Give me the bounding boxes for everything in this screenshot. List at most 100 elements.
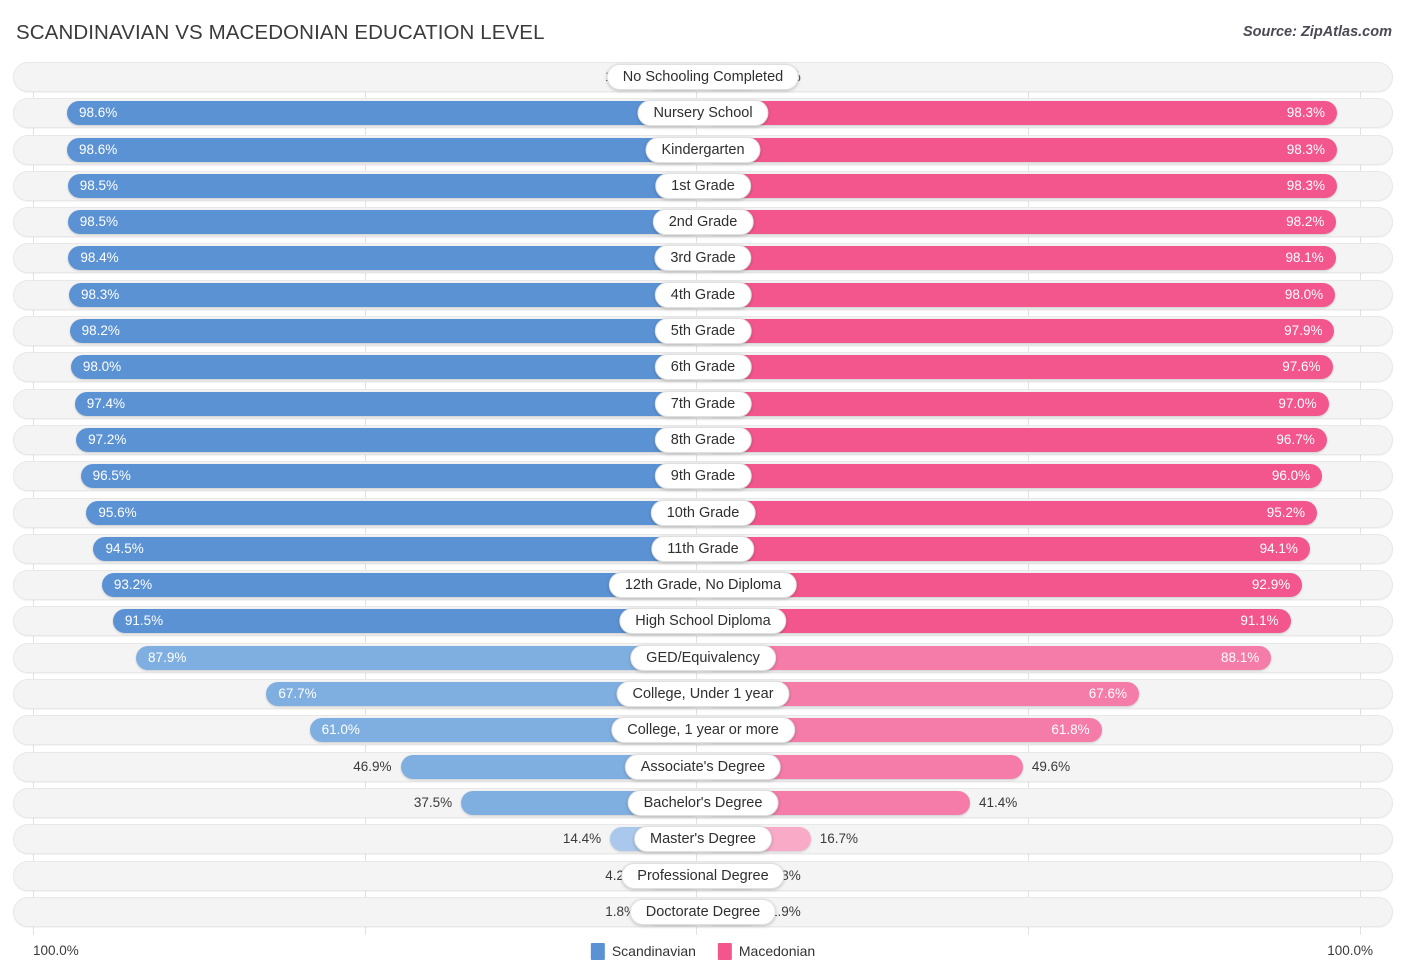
bar-value-macedonian: 96.0%: [1271, 468, 1311, 484]
bar-macedonian[interactable]: 98.3%: [703, 137, 1338, 162]
bar-row: 37.5% 41.4% Bachelor's Degree: [13, 787, 1393, 818]
bar-half-macedonian: 96.0%: [703, 464, 1393, 489]
bar-half-macedonian: 97.9%: [703, 319, 1393, 344]
bar-row: 98.3% 98.0% 4th Grade: [13, 279, 1393, 310]
bar-row: 61.0% 61.8% College, 1 year or more: [13, 715, 1393, 746]
bar-scandinavian[interactable]: 96.5%: [80, 464, 703, 489]
bar-value-scandinavian: 98.6%: [79, 141, 118, 157]
chart-footer: 100.0% Scandinavian Macedonian 100.0%: [13, 938, 1393, 964]
bar-half-scandinavian: 98.4%: [13, 246, 703, 271]
bar-macedonian[interactable]: 95.2%: [703, 500, 1318, 525]
bar-row: 98.5% 98.3% 1st Grade: [13, 170, 1393, 201]
bar-half-macedonian: 16.7%: [703, 827, 1393, 852]
category-label-pill: 8th Grade: [654, 426, 752, 453]
bar-value-scandinavian: 98.5%: [79, 214, 118, 230]
category-label-pill: 10th Grade: [650, 499, 756, 526]
bar-half-scandinavian: 93.2%: [13, 573, 703, 598]
bar-half-macedonian: 88.1%: [703, 645, 1393, 670]
bar-value-scandinavian: 95.6%: [98, 504, 137, 520]
bar-row: 67.7% 67.6% College, Under 1 year: [13, 679, 1393, 710]
bar-macedonian[interactable]: 94.1%: [703, 536, 1310, 561]
bar-half-macedonian: 96.7%: [703, 427, 1393, 452]
category-label-pill: College, 1 year or more: [611, 717, 795, 744]
bar-scandinavian[interactable]: 95.6%: [86, 500, 703, 525]
bar-row: 98.4% 98.1% 3rd Grade: [13, 243, 1393, 274]
bar-scandinavian[interactable]: 98.6%: [67, 137, 703, 162]
bar-value-macedonian: 98.2%: [1286, 214, 1325, 230]
bar-half-scandinavian: 98.2%: [13, 319, 703, 344]
category-label-pill: 9th Grade: [654, 463, 752, 490]
bar-scandinavian[interactable]: 98.6%: [67, 101, 703, 126]
bar-scandinavian[interactable]: 98.3%: [68, 282, 703, 307]
bar-half-scandinavian: 1.5%: [13, 65, 703, 89]
bar-half-macedonian: 98.3%: [703, 173, 1393, 198]
bar-value-macedonian: 67.6%: [1088, 686, 1128, 702]
bar-half-scandinavian: 4.2%: [13, 863, 703, 888]
bar-macedonian[interactable]: 91.1%: [703, 609, 1291, 634]
bar-scandinavian[interactable]: 98.4%: [68, 246, 703, 271]
bar-row: 95.6% 95.2% 10th Grade: [13, 497, 1393, 528]
bar-macedonian[interactable]: 98.3%: [703, 173, 1338, 198]
category-label-pill: College, Under 1 year: [616, 681, 790, 708]
bar-macedonian[interactable]: 97.9%: [703, 319, 1335, 344]
bar-value-macedonian: 91.1%: [1240, 613, 1279, 629]
bar-value-scandinavian: 98.4%: [80, 250, 119, 266]
bar-macedonian[interactable]: 98.1%: [703, 246, 1336, 271]
bar-macedonian[interactable]: 98.2%: [703, 210, 1337, 235]
bar-row: 1.8% 1.9% Doctorate Degree: [13, 896, 1393, 927]
bar-value-scandinavian: 96.5%: [92, 468, 131, 484]
bar-row: 97.2% 96.7% 8th Grade: [13, 424, 1393, 455]
bar-macedonian[interactable]: 98.3%: [703, 101, 1338, 126]
bar-value-scandinavian: 94.5%: [105, 540, 144, 556]
bar-scandinavian[interactable]: 91.5%: [112, 609, 703, 634]
bar-row: 87.9% 88.1% GED/Equivalency: [13, 642, 1393, 673]
legend-item-macedonian[interactable]: Macedonian: [717, 942, 815, 960]
bar-half-macedonian: 97.6%: [703, 355, 1393, 380]
bar-half-macedonian: 97.0%: [703, 391, 1393, 416]
page-title: SCANDINAVIAN VS MACEDONIAN EDUCATION LEV…: [16, 21, 545, 44]
bar-half-macedonian: 1.7%: [703, 65, 1393, 89]
bar-half-scandinavian: 67.7%: [13, 682, 703, 707]
category-label-pill: Nursery School: [637, 100, 769, 127]
bar-scandinavian[interactable]: 97.2%: [76, 427, 703, 452]
legend-item-scandinavian[interactable]: Scandinavian: [590, 942, 696, 960]
legend-swatch-icon: [590, 942, 605, 960]
bar-half-macedonian: 98.3%: [703, 137, 1393, 162]
bar-scandinavian[interactable]: 98.0%: [70, 355, 703, 380]
bar-value-scandinavian: 91.5%: [124, 613, 164, 629]
bar-value-macedonian: 95.2%: [1266, 504, 1306, 520]
bar-value-scandinavian: 98.6%: [79, 105, 118, 121]
bar-half-scandinavian: 96.5%: [13, 464, 703, 489]
bar-half-macedonian: 4.8%: [703, 863, 1393, 888]
bar-value-macedonian: 61.8%: [1051, 722, 1090, 738]
bar-half-macedonian: 1.9%: [703, 899, 1393, 924]
bar-half-macedonian: 91.1%: [703, 609, 1393, 634]
bar-half-scandinavian: 94.5%: [13, 536, 703, 561]
bar-macedonian[interactable]: 88.1%: [703, 645, 1272, 670]
bar-macedonian[interactable]: 96.0%: [703, 464, 1323, 489]
bar-value-macedonian: 88.1%: [1220, 649, 1260, 665]
bar-half-macedonian: 61.8%: [703, 718, 1393, 743]
bar-half-scandinavian: 98.5%: [13, 173, 703, 198]
bar-half-scandinavian: 97.4%: [13, 391, 703, 416]
bar-macedonian[interactable]: 97.0%: [703, 391, 1329, 416]
bar-macedonian[interactable]: 98.0%: [703, 282, 1336, 307]
bar-macedonian[interactable]: 97.6%: [703, 355, 1333, 380]
bar-scandinavian[interactable]: 87.9%: [136, 645, 703, 670]
bar-half-scandinavian: 37.5%: [13, 790, 703, 815]
bar-row: 98.6% 98.3% Nursery School: [13, 98, 1393, 129]
bar-value-scandinavian: 14.4%: [562, 831, 602, 847]
bar-scandinavian[interactable]: 98.5%: [67, 173, 703, 198]
bar-scandinavian[interactable]: 97.4%: [74, 391, 703, 416]
category-label-pill: 7th Grade: [654, 390, 752, 417]
bar-scandinavian[interactable]: 98.5%: [67, 210, 703, 235]
bar-value-macedonian: 41.4%: [979, 794, 1018, 810]
bar-macedonian[interactable]: 96.7%: [703, 427, 1327, 452]
bar-row: 98.0% 97.6% 6th Grade: [13, 352, 1393, 383]
bar-value-macedonian: 97.6%: [1282, 359, 1321, 375]
bar-scandinavian[interactable]: 94.5%: [93, 536, 703, 561]
bar-value-scandinavian: 67.7%: [278, 686, 317, 702]
category-label-pill: High School Diploma: [619, 608, 787, 635]
bar-scandinavian[interactable]: 98.2%: [69, 319, 703, 344]
bar-value-macedonian: 49.6%: [1031, 758, 1071, 774]
